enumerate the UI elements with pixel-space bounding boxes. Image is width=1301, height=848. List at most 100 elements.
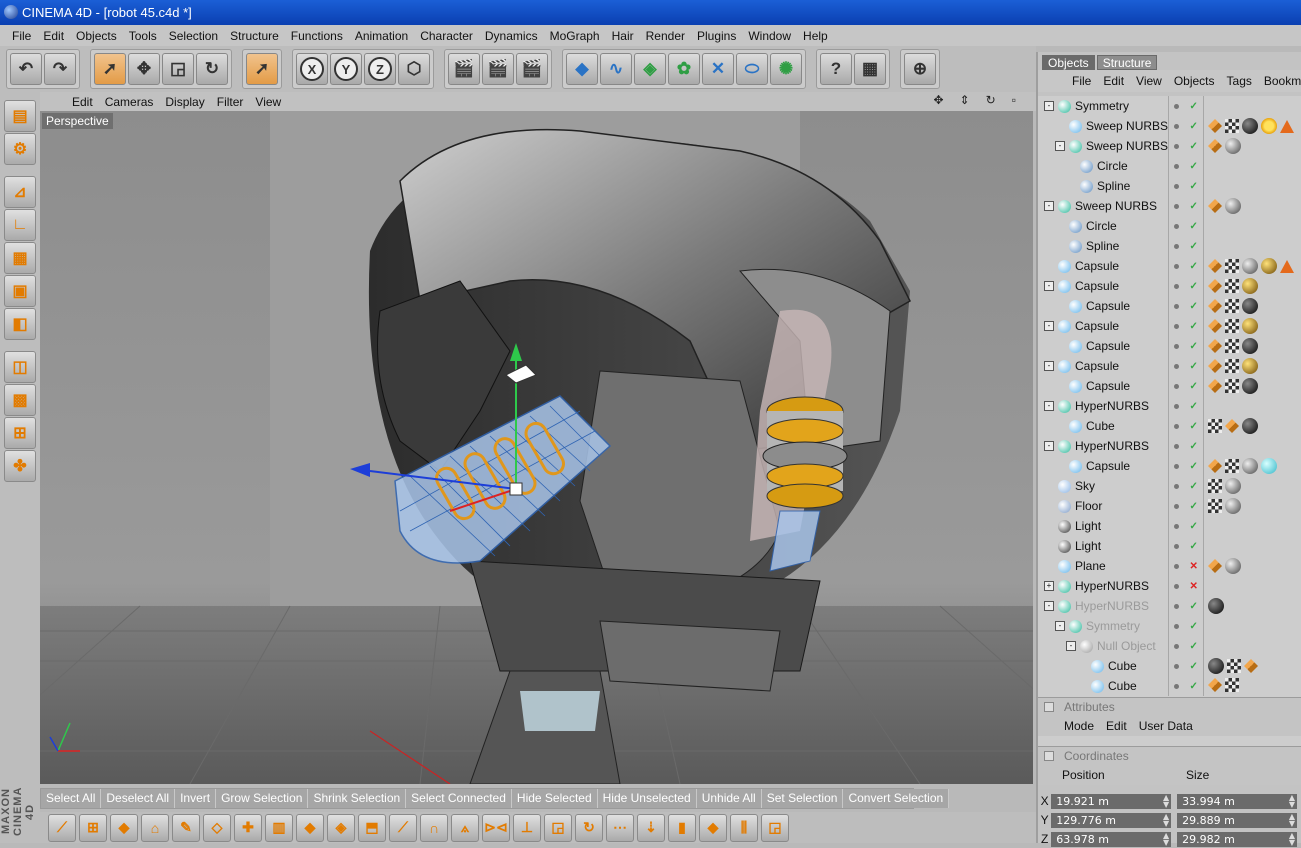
spinner-arrows-icon[interactable]: ▲ ▼ <box>1289 793 1295 808</box>
uvw-tag-icon[interactable] <box>1208 479 1222 493</box>
object-row[interactable]: Cube ✓ <box>1038 676 1301 696</box>
modeling-tool-button[interactable]: ⊞ <box>79 813 107 842</box>
enabled-check-icon[interactable]: ✓ <box>1189 381 1197 392</box>
visibility-toggles[interactable]: ✓ <box>1168 496 1204 516</box>
viewport-pan-icon[interactable]: ✥ <box>928 93 950 107</box>
tree-expander-icon[interactable]: - <box>1066 641 1076 651</box>
phong-tag-icon[interactable] <box>1208 359 1222 373</box>
object-row[interactable]: Capsule ✓ <box>1038 296 1301 316</box>
menu-render[interactable]: Render <box>640 29 691 43</box>
menu-plugins[interactable]: Plugins <box>691 29 742 43</box>
object-menu-file[interactable]: File <box>1066 74 1097 88</box>
spinner-arrows-icon[interactable]: ▲ ▼ <box>1163 831 1169 846</box>
visibility-toggles[interactable]: ✓ <box>1168 516 1204 536</box>
scene-floor-button[interactable]: ⬭ <box>736 53 768 85</box>
object-menu-edit[interactable]: Edit <box>1097 74 1130 88</box>
material-tag-icon[interactable] <box>1242 378 1258 394</box>
object-row[interactable]: Cube ✓ <box>1038 416 1301 436</box>
editor-visibility-dot-icon[interactable] <box>1174 483 1180 489</box>
material-tag-icon[interactable] <box>1242 418 1258 434</box>
x-axis-button[interactable]: X <box>296 53 328 85</box>
perspective-viewport[interactable]: Perspective <box>40 111 1033 784</box>
editor-visibility-dot-icon[interactable] <box>1174 683 1180 689</box>
edges-mode-button[interactable]: ∟ <box>4 209 36 241</box>
editor-visibility-dot-icon[interactable] <box>1174 323 1180 329</box>
visibility-toggles[interactable]: ✓ <box>1168 596 1204 616</box>
attributes-menu-edit[interactable]: Edit <box>1100 719 1133 733</box>
tree-expander-icon[interactable]: - <box>1044 101 1054 111</box>
timeline-button[interactable]: ▦ <box>854 53 886 85</box>
object-menu-tags[interactable]: Tags <box>1221 74 1258 88</box>
array-button[interactable]: ✿ <box>668 53 700 85</box>
object-row[interactable]: Circle ✓ <box>1038 216 1301 236</box>
light-material-tag-icon[interactable] <box>1261 118 1277 134</box>
spline-pen-button[interactable]: ∿ <box>600 53 632 85</box>
attributes-toggle[interactable] <box>1044 702 1054 712</box>
modeling-tool-button[interactable]: ▥ <box>265 813 293 842</box>
tree-expander-icon[interactable]: - <box>1044 201 1054 211</box>
object-row[interactable]: - Capsule ✓ <box>1038 356 1301 376</box>
editor-visibility-dot-icon[interactable] <box>1174 343 1180 349</box>
enabled-check-icon[interactable]: ✓ <box>1189 201 1197 212</box>
object-row[interactable]: Circle ✓ <box>1038 156 1301 176</box>
editor-visibility-dot-icon[interactable] <box>1174 203 1180 209</box>
undo-button[interactable]: ↶ <box>10 53 42 85</box>
editor-visibility-dot-icon[interactable] <box>1174 643 1180 649</box>
modeling-tool-button[interactable]: ↻ <box>575 813 603 842</box>
browser-button[interactable]: ⊕ <box>904 53 936 85</box>
visibility-toggles[interactable]: ✕ <box>1168 556 1204 576</box>
z-axis-button[interactable]: Z <box>364 53 396 85</box>
editor-visibility-dot-icon[interactable] <box>1174 623 1180 629</box>
menu-window[interactable]: Window <box>742 29 797 43</box>
material-tag-icon[interactable] <box>1242 358 1258 374</box>
visibility-toggles[interactable]: ✓ <box>1168 476 1204 496</box>
editor-visibility-dot-icon[interactable] <box>1174 403 1180 409</box>
modeling-tool-button[interactable]: ⫼ <box>730 813 758 842</box>
visibility-toggles[interactable]: ✓ <box>1168 436 1204 456</box>
visibility-toggles[interactable]: ✓ <box>1168 656 1204 676</box>
visibility-toggles[interactable]: ✓ <box>1168 216 1204 236</box>
tree-expander-icon[interactable]: + <box>1044 581 1054 591</box>
modeling-tool-button[interactable]: ◆ <box>296 813 324 842</box>
menu-tools[interactable]: Tools <box>123 29 163 43</box>
visibility-toggles[interactable]: ✓ <box>1168 96 1204 116</box>
object-menu-bookmarks[interactable]: Bookmarks <box>1258 74 1301 88</box>
visibility-toggles[interactable]: ✓ <box>1168 236 1204 256</box>
material-tag-icon[interactable] <box>1225 558 1241 574</box>
tree-expander-icon[interactable]: - <box>1044 281 1054 291</box>
hide-selected-button[interactable]: Hide Selected <box>511 789 598 808</box>
editor-visibility-dot-icon[interactable] <box>1174 563 1180 569</box>
editor-visibility-dot-icon[interactable] <box>1174 283 1180 289</box>
enabled-check-icon[interactable]: ✓ <box>1189 401 1197 412</box>
editor-visibility-dot-icon[interactable] <box>1174 503 1180 509</box>
object-row[interactable]: Capsule ✓ <box>1038 456 1301 476</box>
object-row[interactable]: Sky ✓ <box>1038 476 1301 496</box>
phong-tag-icon[interactable] <box>1208 459 1222 473</box>
modeling-tool-button[interactable]: ✎ <box>172 813 200 842</box>
light-button[interactable]: ✺ <box>770 53 802 85</box>
tree-expander-icon[interactable]: - <box>1044 361 1054 371</box>
menu-objects[interactable]: Objects <box>70 29 123 43</box>
menu-character[interactable]: Character <box>414 29 479 43</box>
points-mode-button[interactable]: ⊿ <box>4 176 36 208</box>
tree-expander-icon[interactable]: - <box>1044 321 1054 331</box>
menu-functions[interactable]: Functions <box>285 29 349 43</box>
menu-edit[interactable]: Edit <box>37 29 70 43</box>
deselect-all-button[interactable]: Deselect All <box>101 789 176 808</box>
enabled-check-icon[interactable]: ✓ <box>1189 461 1197 472</box>
recent-tool-button[interactable]: ➚ <box>246 53 278 85</box>
coordinate-system-button[interactable]: ⬡ <box>398 53 430 85</box>
grow-selection-button[interactable]: Grow Selection <box>216 789 309 808</box>
texture-mode-button[interactable]: ▩ <box>4 384 36 416</box>
coordinates-section-header[interactable]: Coordinates <box>1038 746 1301 765</box>
menu-dynamics[interactable]: Dynamics <box>479 29 544 43</box>
modeling-tool-button[interactable]: ✚ <box>234 813 262 842</box>
uvw-tag-icon[interactable] <box>1225 678 1239 692</box>
object-row[interactable]: - Symmetry ✓ <box>1038 616 1301 636</box>
modeling-tool-button[interactable]: ◲ <box>544 813 572 842</box>
object-row[interactable]: Light ✓ <box>1038 516 1301 536</box>
select-connected-button[interactable]: Select Connected <box>406 789 512 808</box>
phong-tag-icon[interactable] <box>1208 119 1222 133</box>
phong-tag-icon[interactable] <box>1208 139 1222 153</box>
visibility-toggles[interactable]: ✓ <box>1168 156 1204 176</box>
